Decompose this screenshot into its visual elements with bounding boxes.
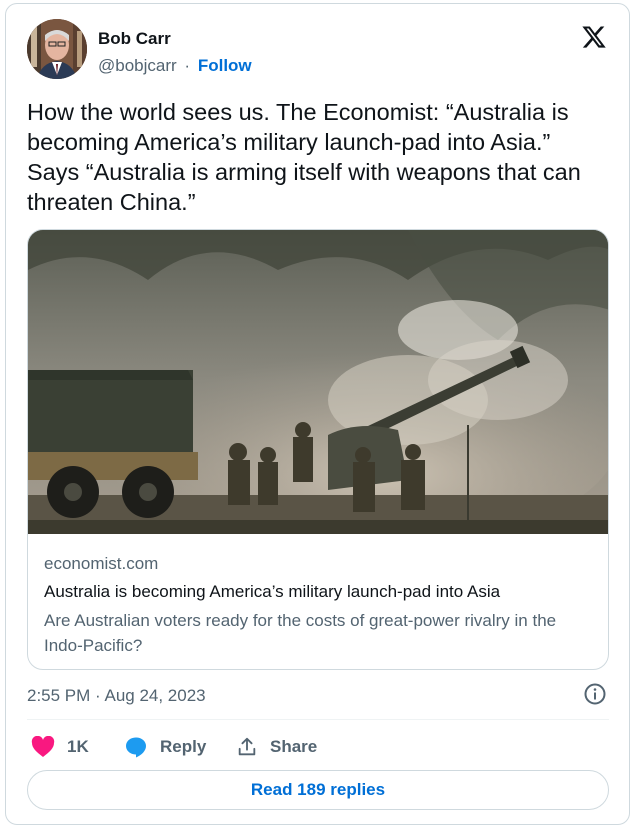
tweet-embed-card: Bob Carr @bobjcarr · Follow How the worl…	[5, 3, 630, 825]
x-logo-icon[interactable]	[580, 24, 608, 50]
avatar[interactable]	[27, 19, 87, 79]
article-image	[28, 230, 608, 534]
link-title[interactable]: Australia is becoming America’s military…	[44, 582, 500, 602]
separator-dot: ·	[184, 56, 191, 75]
reply-label: Reply	[160, 737, 207, 756]
read-replies-button[interactable]: Read 189 replies	[27, 770, 609, 810]
tweet-timestamp[interactable]: 2:55 PM · Aug 24, 2023	[27, 686, 206, 706]
link-description: Are Australian voters ready for the cost…	[44, 611, 557, 655]
share-label: Share	[270, 737, 318, 756]
author-handle-row: @bobjcarr · Follow	[98, 56, 252, 76]
link-preview-card[interactable]: economist.com Australia is becoming Amer…	[27, 229, 609, 670]
heart-icon	[31, 736, 55, 757]
like-button[interactable]: 1K	[31, 732, 89, 762]
reply-bubble-icon	[126, 737, 146, 758]
author-name[interactable]: Bob Carr	[98, 29, 171, 49]
tweet-text: How the world sees us. The Economist: “A…	[27, 99, 581, 215]
reply-button[interactable]: Reply	[124, 732, 206, 762]
follow-button[interactable]: Follow	[198, 56, 252, 75]
author-handle[interactable]: @bobjcarr	[98, 56, 177, 75]
info-icon[interactable]	[583, 682, 607, 706]
like-count: 1K	[67, 737, 89, 756]
link-domain: economist.com	[44, 554, 159, 573]
share-button[interactable]: Share	[236, 732, 317, 762]
divider	[27, 719, 609, 720]
share-icon	[238, 737, 256, 756]
